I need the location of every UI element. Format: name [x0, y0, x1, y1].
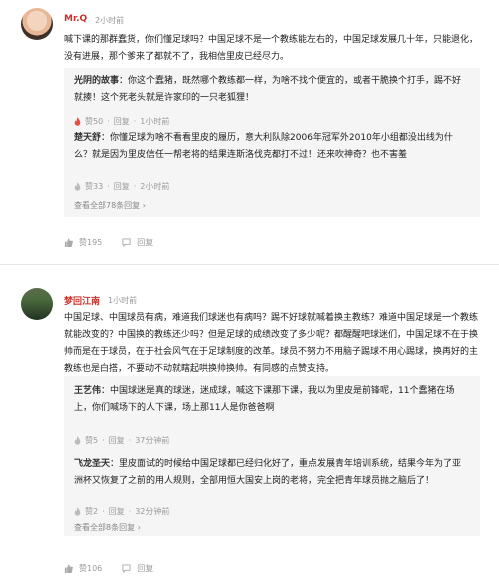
reply-likes[interactable]: 赞2: [85, 506, 98, 517]
reply-likes[interactable]: 赞33: [85, 181, 103, 192]
comment-time: 2小时前: [95, 16, 125, 25]
reply-meta: 赞33 · 回复 · 2小时前: [74, 181, 169, 192]
reply-bubble-icon[interactable]: [122, 238, 131, 247]
reply-time: 37分钟前: [135, 436, 170, 445]
comment-likes[interactable]: 赞106: [79, 563, 102, 574]
reply-text: 里皮面试的时候给中国足球都已经归化好了，重点发展青年培训系统，结果今年为了亚洲杯…: [74, 459, 462, 486]
see-all-replies-link[interactable]: 查看全部8条回复 ›: [74, 522, 141, 533]
comment-text: 喊下课的那群蠢货，你们懂足球吗？中国足球不是一个教练能左右的，中国足球发展几十年…: [64, 35, 479, 62]
comment-likes[interactable]: 赞195: [79, 237, 102, 248]
reply-item: 飞龙圣天：里皮面试的时候给中国足球都已经归化好了，重点发展青年培训系统，结果今年…: [74, 459, 462, 486]
thumbs-up-icon[interactable]: [64, 238, 73, 247]
reply-bubble-icon[interactable]: [122, 564, 131, 573]
comment-item: Mr.Q 2小时前 喊下课的那群蠢货，你们懂足球吗？中国足球不是一个教练能左右的…: [0, 0, 499, 260]
flame-icon[interactable]: [74, 182, 81, 191]
reply-username[interactable]: 飞龙圣天: [74, 459, 110, 469]
reply-text: 你懂足球为啥不看看里皮的履历，意大利队除2006年冠军外2010年小组都没出线为…: [74, 133, 453, 160]
divider: [0, 264, 499, 265]
username[interactable]: 梦回江南: [64, 294, 100, 307]
flame-icon[interactable]: [74, 507, 81, 516]
reply-button[interactable]: 回复: [109, 435, 125, 446]
reply-meta: 赞5 · 回复 · 37分钟前: [74, 435, 169, 446]
reply-text: 中国球迷是真的球迷，迷成球，喊这下课那下课，我以为里皮是前锋呢，11个蠢猪在场上…: [74, 386, 455, 413]
see-all-replies-link[interactable]: 查看全部78条回复 ›: [74, 200, 146, 211]
comment-time: 1小时前: [108, 296, 138, 305]
avatar[interactable]: [21, 8, 53, 40]
reply-button[interactable]: 回复: [114, 116, 130, 127]
reply-meta: 赞50 · 回复 · 1小时前: [74, 116, 169, 127]
reply-item: 光阴的故事：你这个蠢猪，既然哪个教练都一样，为啥不找个便宜的，或者干脆换个打手，…: [74, 76, 462, 103]
reply-button[interactable]: 回复: [114, 181, 130, 192]
reply-likes[interactable]: 赞5: [85, 435, 98, 446]
username[interactable]: Mr.Q: [64, 14, 87, 24]
reply-item: 楚天舒：你懂足球为啥不看看里皮的履历，意大利队除2006年冠军外2010年小组都…: [74, 133, 453, 160]
reply-time: 32分钟前: [135, 507, 170, 516]
flame-icon[interactable]: [74, 117, 81, 126]
reply-meta: 赞2 · 回复 · 32分钟前: [74, 506, 169, 517]
avatar[interactable]: [21, 288, 53, 320]
reply-item: 王艺伟：中国球迷是真的球迷，迷成球，喊这下课那下课，我以为里皮是前锋呢，11个蠢…: [74, 386, 455, 413]
comment-text: 中国足球、中国球员有病，难道我们球迷也有病吗？踢不好球就喊着换主教练？难道中国足…: [64, 313, 479, 374]
reply-likes[interactable]: 赞50: [85, 116, 103, 127]
flame-icon[interactable]: [74, 436, 81, 445]
reply-button[interactable]: 回复: [109, 506, 125, 517]
reply-text: 你这个蠢猪，既然哪个教练都一样，为啥不找个便宜的，或者干脆换个打手，踢不好就揍！…: [74, 76, 462, 103]
comment-actions: 赞106 回复: [64, 563, 153, 574]
reply-time: 1小时前: [140, 117, 170, 126]
comment-reply-button[interactable]: 回复: [137, 563, 153, 574]
reply-username[interactable]: 光阴的故事: [74, 76, 119, 86]
comment-reply-button[interactable]: 回复: [137, 237, 153, 248]
reply-time: 2小时前: [140, 182, 170, 191]
comment-actions: 赞195 回复: [64, 237, 153, 248]
reply-username[interactable]: 楚天舒: [74, 133, 101, 143]
reply-box: 王艺伟：中国球迷是真的球迷，迷成球，喊这下课那下课，我以为里皮是前锋呢，11个蠢…: [64, 376, 480, 536]
reply-username[interactable]: 王艺伟: [74, 386, 101, 396]
thumbs-up-icon[interactable]: [64, 564, 73, 573]
reply-box: 光阴的故事：你这个蠢猪，既然哪个教练都一样，为啥不找个便宜的，或者干脆换个打手，…: [64, 68, 480, 217]
comment-item: 梦回江南 1小时前 中国足球、中国球员有病，难道我们球迷也有病吗？踢不好球就喊着…: [0, 280, 499, 585]
